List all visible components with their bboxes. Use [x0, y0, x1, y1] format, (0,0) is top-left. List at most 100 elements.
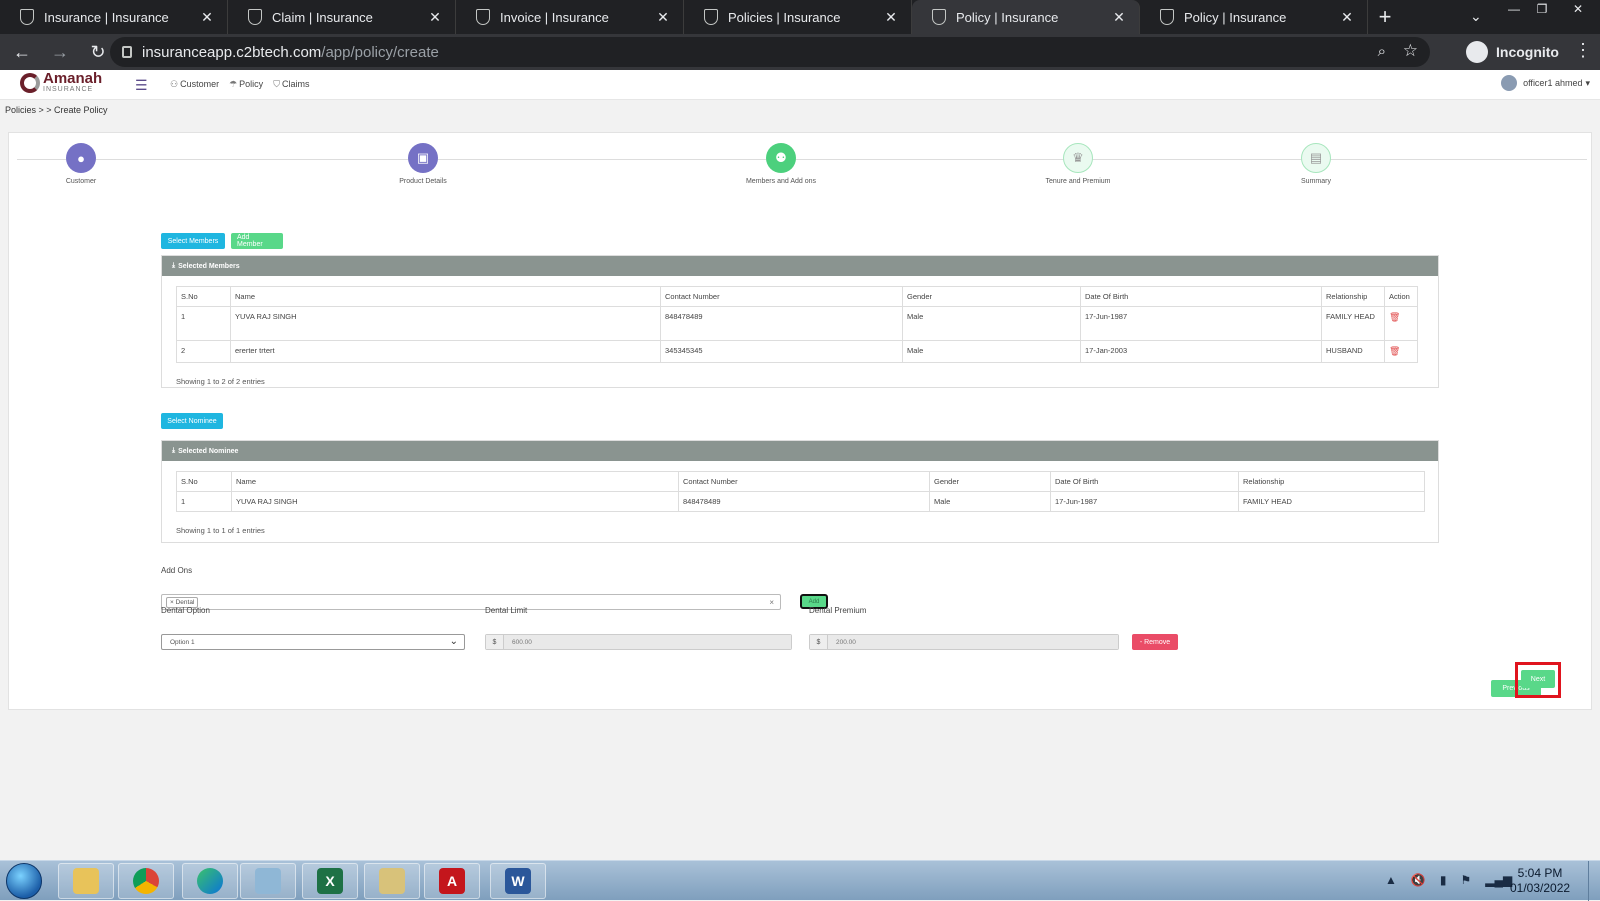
- step-customer[interactable]: ● Customer: [21, 143, 141, 185]
- show-desktop-button[interactable]: [1588, 861, 1600, 901]
- close-tab-icon[interactable]: ✕: [199, 9, 215, 26]
- column-header[interactable]: Contact Number: [660, 286, 903, 307]
- forward-icon[interactable]: →: [44, 36, 76, 68]
- select-nominee-button[interactable]: Select Nominee: [161, 413, 223, 429]
- tab-search-icon[interactable]: ⌄: [1470, 8, 1482, 25]
- column-header[interactable]: S.No: [176, 471, 232, 492]
- window-controls: — ❐ ✕: [1500, 0, 1600, 18]
- trash-icon[interactable]: 🗑: [1389, 346, 1400, 356]
- breadcrumb-separator: > >: [36, 105, 55, 115]
- start-button-icon[interactable]: [6, 863, 42, 899]
- close-tab-icon[interactable]: ✕: [655, 9, 671, 26]
- column-header[interactable]: S.No: [176, 286, 231, 307]
- column-header[interactable]: Contact Number: [678, 471, 930, 492]
- network-flag-icon[interactable]: ⚑: [1460, 873, 1471, 887]
- remove-addon-button[interactable]: - Remove: [1132, 634, 1178, 650]
- user-menu[interactable]: officer1 ahmed ▾: [1501, 75, 1590, 91]
- browser-tab[interactable]: Invoice | Insurance ✕: [456, 0, 684, 34]
- taskbar-notepad[interactable]: [240, 863, 296, 899]
- dental-option-value: Option 1: [170, 638, 195, 646]
- nav-policy[interactable]: ☂ Policy: [229, 79, 263, 90]
- restore-icon[interactable]: ❐: [1528, 0, 1556, 18]
- taskbar-explorer[interactable]: [58, 863, 114, 899]
- step-members-addons[interactable]: ⚉ Members and Add ons: [721, 143, 841, 185]
- new-tab-icon[interactable]: +: [1368, 0, 1402, 34]
- column-header[interactable]: Relationship: [1321, 286, 1385, 307]
- dental-premium-field[interactable]: $ 200.00: [809, 634, 1119, 650]
- step-product-details[interactable]: ▣ Product Details: [363, 143, 483, 185]
- close-tab-icon[interactable]: ✕: [1339, 9, 1355, 26]
- close-tab-icon[interactable]: ✕: [427, 9, 443, 26]
- members-showing-text: Showing 1 to 2 of 2 entries: [176, 377, 265, 386]
- cell-sno: 1: [176, 491, 232, 512]
- create-policy-card: ● Customer ▣ Product Details ⚉ Members a…: [8, 132, 1592, 710]
- edge-icon: [197, 868, 223, 894]
- tray-expand-icon[interactable]: ▲: [1385, 873, 1397, 887]
- close-tab-icon[interactable]: ✕: [883, 9, 899, 26]
- cell-contact: 345345345: [660, 340, 903, 363]
- shield-icon: ⛉: [273, 79, 280, 89]
- column-header[interactable]: Gender: [902, 286, 1081, 307]
- taskbar-chrome[interactable]: [118, 863, 174, 899]
- next-button[interactable]: Next: [1521, 670, 1555, 688]
- taskbar-excel[interactable]: X: [302, 863, 358, 899]
- shield-icon: [476, 9, 490, 25]
- trash-icon[interactable]: 🗑: [1389, 312, 1400, 322]
- dental-option-select[interactable]: Option 1 ⌄: [161, 634, 465, 650]
- dental-option-label: Dental Option: [161, 606, 210, 615]
- close-tab-icon[interactable]: ✕: [1111, 9, 1127, 26]
- chevron-down-icon: ⌄: [449, 636, 458, 647]
- breadcrumb-policies[interactable]: Policies: [5, 105, 36, 115]
- browser-tab[interactable]: Insurance | Insurance ✕: [0, 0, 228, 34]
- step-summary[interactable]: ▤ Summary: [1256, 143, 1376, 185]
- add-member-button[interactable]: Add Member: [231, 233, 283, 249]
- folder-icon: [73, 868, 99, 894]
- browser-tab[interactable]: Policy | Insurance ✕: [1140, 0, 1368, 34]
- back-icon[interactable]: ←: [6, 36, 38, 68]
- bookmark-star-icon[interactable]: ☆: [1403, 41, 1418, 61]
- browser-tab-active[interactable]: Policy | Insurance ✕: [912, 0, 1140, 34]
- dental-limit-field[interactable]: $ 600.00: [485, 634, 792, 650]
- url-text: insuranceapp.c2btech.com/app/policy/crea…: [142, 43, 439, 61]
- add-ons-multiselect[interactable]: × Dental ×: [161, 594, 781, 610]
- logo[interactable]: Amanah INSURANCE: [20, 71, 102, 93]
- column-header[interactable]: Gender: [929, 471, 1051, 492]
- clock-time: 5:04 PM: [1517, 866, 1563, 880]
- table-header-row: S.No Name Contact Number Gender Date Of …: [176, 471, 1425, 492]
- signal-icon[interactable]: ▂▄▆: [1485, 873, 1512, 887]
- column-header[interactable]: Name: [230, 286, 661, 307]
- tab-title: Invoice | Insurance: [500, 9, 609, 25]
- taskbar-paint[interactable]: [364, 863, 420, 899]
- volume-muted-icon[interactable]: 🔇: [1411, 873, 1426, 887]
- hamburger-menu-icon[interactable]: ☰: [135, 77, 148, 94]
- shield-icon: [20, 9, 34, 25]
- taskbar-edge[interactable]: [182, 863, 238, 899]
- minimize-icon[interactable]: —: [1500, 0, 1528, 18]
- select-members-button[interactable]: Select Members: [161, 233, 225, 249]
- window-close-icon[interactable]: ✕: [1556, 0, 1600, 18]
- selected-members-panel: ⤓ Selected Members S.No Name Contact Numb…: [161, 255, 1439, 388]
- taskbar-acrobat[interactable]: A: [424, 863, 480, 899]
- document-icon: ▤: [1301, 143, 1331, 173]
- column-header[interactable]: Date Of Birth: [1080, 286, 1322, 307]
- clear-selection-icon[interactable]: ×: [769, 598, 774, 607]
- taskbar-word[interactable]: W: [490, 863, 546, 899]
- browser-tab[interactable]: Claim | Insurance ✕: [228, 0, 456, 34]
- nominee-table: S.No Name Contact Number Gender Date Of …: [176, 471, 1425, 512]
- browser-tab[interactable]: Policies | Insurance ✕: [684, 0, 912, 34]
- url-field[interactable]: insuranceapp.c2btech.com/app/policy/crea…: [110, 37, 1430, 67]
- step-label: Members and Add ons: [745, 178, 817, 185]
- column-header[interactable]: Date Of Birth: [1050, 471, 1239, 492]
- cell-gender: Male: [929, 491, 1051, 512]
- column-header[interactable]: Relationship: [1238, 471, 1425, 492]
- nav-customer[interactable]: ⚇ Customer: [170, 79, 219, 90]
- clock[interactable]: 5:04 PM 01/03/2022: [1510, 866, 1570, 896]
- incognito-badge[interactable]: Incognito: [1466, 38, 1559, 66]
- step-tenure-premium[interactable]: ♛ Tenure and Premium: [1018, 143, 1138, 185]
- zoom-icon[interactable]: ⌕: [1378, 43, 1386, 60]
- browser-menu-icon[interactable]: ⋮: [1574, 40, 1592, 61]
- battery-icon[interactable]: ▮: [1440, 873, 1447, 887]
- breadcrumb-current: Create Policy: [54, 105, 108, 115]
- nav-claims[interactable]: ⛉ Claims: [273, 79, 309, 90]
- column-header[interactable]: Name: [231, 471, 679, 492]
